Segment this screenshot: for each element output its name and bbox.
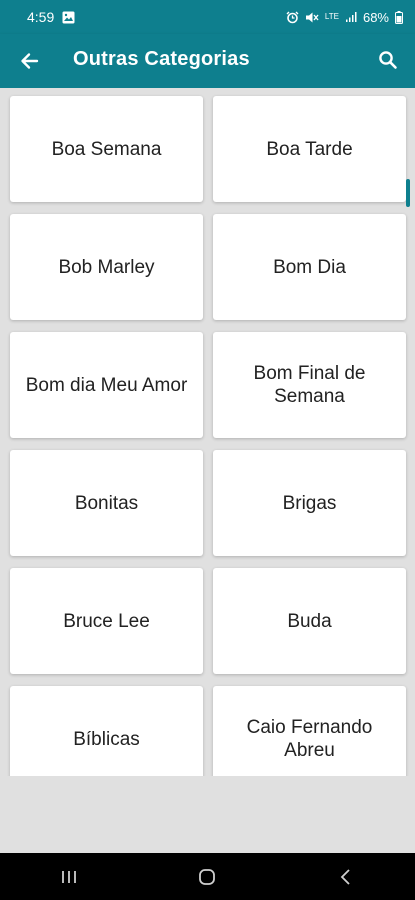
status-time: 4:59	[27, 9, 55, 25]
gallery-notification-icon	[62, 11, 75, 24]
category-label: Bíblicas	[73, 728, 140, 750]
home-button[interactable]	[177, 857, 237, 897]
category-card[interactable]: Boa Tarde	[213, 96, 406, 202]
page-title: Outras Categorias	[73, 48, 250, 70]
battery-percentage: 68%	[362, 9, 389, 25]
category-card[interactable]: Caio Fernando Abreu	[213, 686, 406, 776]
mute-icon	[305, 11, 319, 24]
category-card[interactable]: Bom Dia	[213, 214, 406, 320]
status-right: LTE 68%	[286, 10, 403, 25]
nav-back-button[interactable]	[316, 857, 376, 897]
status-bar: 4:59 LTE 68%	[0, 0, 415, 34]
category-card[interactable]: Bob Marley	[10, 214, 203, 320]
category-label: Brigas	[282, 492, 337, 514]
category-label: Bob Marley	[58, 256, 155, 278]
category-card[interactable]: Bíblicas	[10, 686, 203, 776]
category-label: Boa Semana	[51, 138, 162, 160]
category-card[interactable]: Bom dia Meu Amor	[10, 332, 203, 438]
category-grid: Boa Semana Boa Tarde Bob Marley Bom Dia …	[10, 96, 406, 776]
category-card[interactable]: Buda	[213, 568, 406, 674]
system-navigation-bar	[0, 853, 415, 900]
alarm-icon	[286, 11, 299, 24]
search-button[interactable]	[375, 47, 401, 73]
network-type-label: LTE	[324, 12, 339, 21]
category-card[interactable]: Bom Final de Semana	[213, 332, 406, 438]
category-card[interactable]: Brigas	[213, 450, 406, 556]
status-left: 4:59	[27, 9, 75, 25]
category-label: Bonitas	[74, 492, 139, 514]
battery-icon	[395, 10, 403, 24]
app-bar: Outras Categorias	[0, 34, 415, 88]
network-type-icon: LTE	[325, 13, 339, 21]
category-list[interactable]: Boa Semana Boa Tarde Bob Marley Bom Dia …	[0, 88, 415, 776]
home-icon	[198, 868, 216, 886]
nav-back-icon	[339, 868, 353, 886]
arrow-left-icon	[19, 51, 39, 71]
search-icon	[378, 50, 398, 70]
category-label: Buda	[287, 610, 332, 632]
recents-icon	[60, 869, 78, 885]
back-button[interactable]	[16, 48, 42, 74]
category-label: Bom Dia	[273, 256, 346, 278]
category-card[interactable]: Boa Semana	[10, 96, 203, 202]
category-card[interactable]: Bruce Lee	[10, 568, 203, 674]
category-label: Boa Tarde	[266, 138, 353, 160]
signal-icon	[345, 11, 357, 23]
category-label: Caio Fernando Abreu	[246, 717, 373, 761]
category-label: Bom dia Meu Amor	[25, 374, 188, 396]
category-card[interactable]: Bonitas	[10, 450, 203, 556]
category-label: Bom Final de Semana	[253, 363, 366, 407]
scrollbar-thumb[interactable]	[406, 179, 410, 207]
recents-button[interactable]	[39, 857, 99, 897]
category-label: Bruce Lee	[63, 610, 150, 632]
